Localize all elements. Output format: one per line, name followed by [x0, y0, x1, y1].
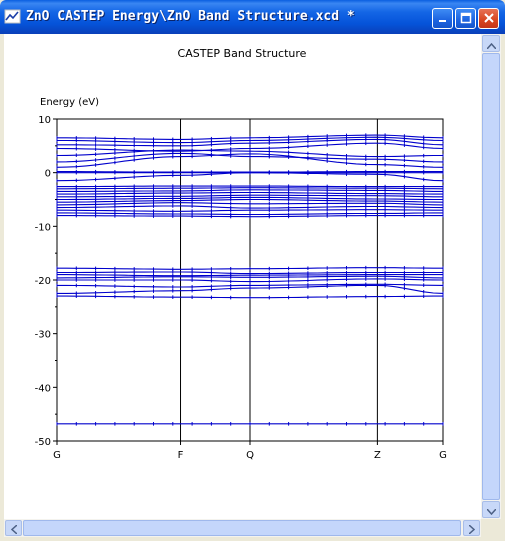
maximize-icon: [460, 9, 472, 28]
title-bar[interactable]: ZnO CASTEP Energy\ZnO Band Structure.xcd…: [0, 0, 505, 34]
document-client-area: CASTEP Band Structure Energy (eV) 10 0 -10…: [4, 34, 501, 537]
kpoint-label: Q: [246, 450, 254, 461]
y-tick-label: -30: [35, 330, 51, 341]
kpoint-label: G: [53, 450, 61, 461]
y-tick-label: 0: [45, 169, 51, 180]
y-tick-label: -40: [35, 383, 51, 394]
arrow-left-icon: [10, 519, 18, 538]
chart-app-icon: [4, 8, 22, 26]
chart-layer: 100-10-20-30-40-50G F Q Z G: [35, 115, 447, 461]
y-tick-label: -10: [35, 222, 51, 233]
scroll-down-button[interactable]: [482, 501, 500, 518]
arrow-down-icon: [485, 500, 497, 519]
application-window: ZnO CASTEP Energy\ZnO Band Structure.xcd…: [0, 0, 505, 541]
y-tick-label: -50: [35, 437, 51, 448]
horizontal-scrollbar[interactable]: [4, 519, 481, 537]
band-structure-chart: CASTEP Band Structure Energy (eV) 10 0 -10…: [35, 47, 447, 461]
scroll-right-button[interactable]: [463, 520, 480, 536]
arrow-right-icon: [467, 519, 475, 538]
kpoint-label: F: [178, 450, 184, 461]
scrollbar-corner: [481, 519, 501, 537]
y-axis-label: Energy (eV): [40, 97, 99, 108]
y-tick-label: 10: [38, 115, 51, 126]
plot-area: CASTEP Band Structure Energy (eV) 10 0 -10…: [4, 34, 481, 519]
arrow-up-icon: [485, 34, 497, 53]
vertical-scroll-thumb[interactable]: [482, 53, 500, 500]
kpoint-label: G: [439, 450, 447, 461]
close-icon: [483, 9, 495, 28]
window-title: ZnO CASTEP Energy\ZnO Band Structure.xcd…: [26, 9, 355, 24]
close-button[interactable]: [478, 8, 499, 29]
vertical-scrollbar[interactable]: [481, 34, 501, 519]
y-tick-label: -20: [35, 276, 51, 287]
minimize-icon: [437, 9, 449, 28]
maximize-button[interactable]: [455, 8, 476, 29]
horizontal-scroll-thumb[interactable]: [23, 520, 461, 536]
kpoint-label: Z: [374, 450, 381, 461]
scroll-left-button[interactable]: [5, 520, 22, 536]
chart-title: CASTEP Band Structure: [178, 47, 307, 60]
scroll-up-button[interactable]: [482, 35, 500, 52]
minimize-button[interactable]: [432, 8, 453, 29]
